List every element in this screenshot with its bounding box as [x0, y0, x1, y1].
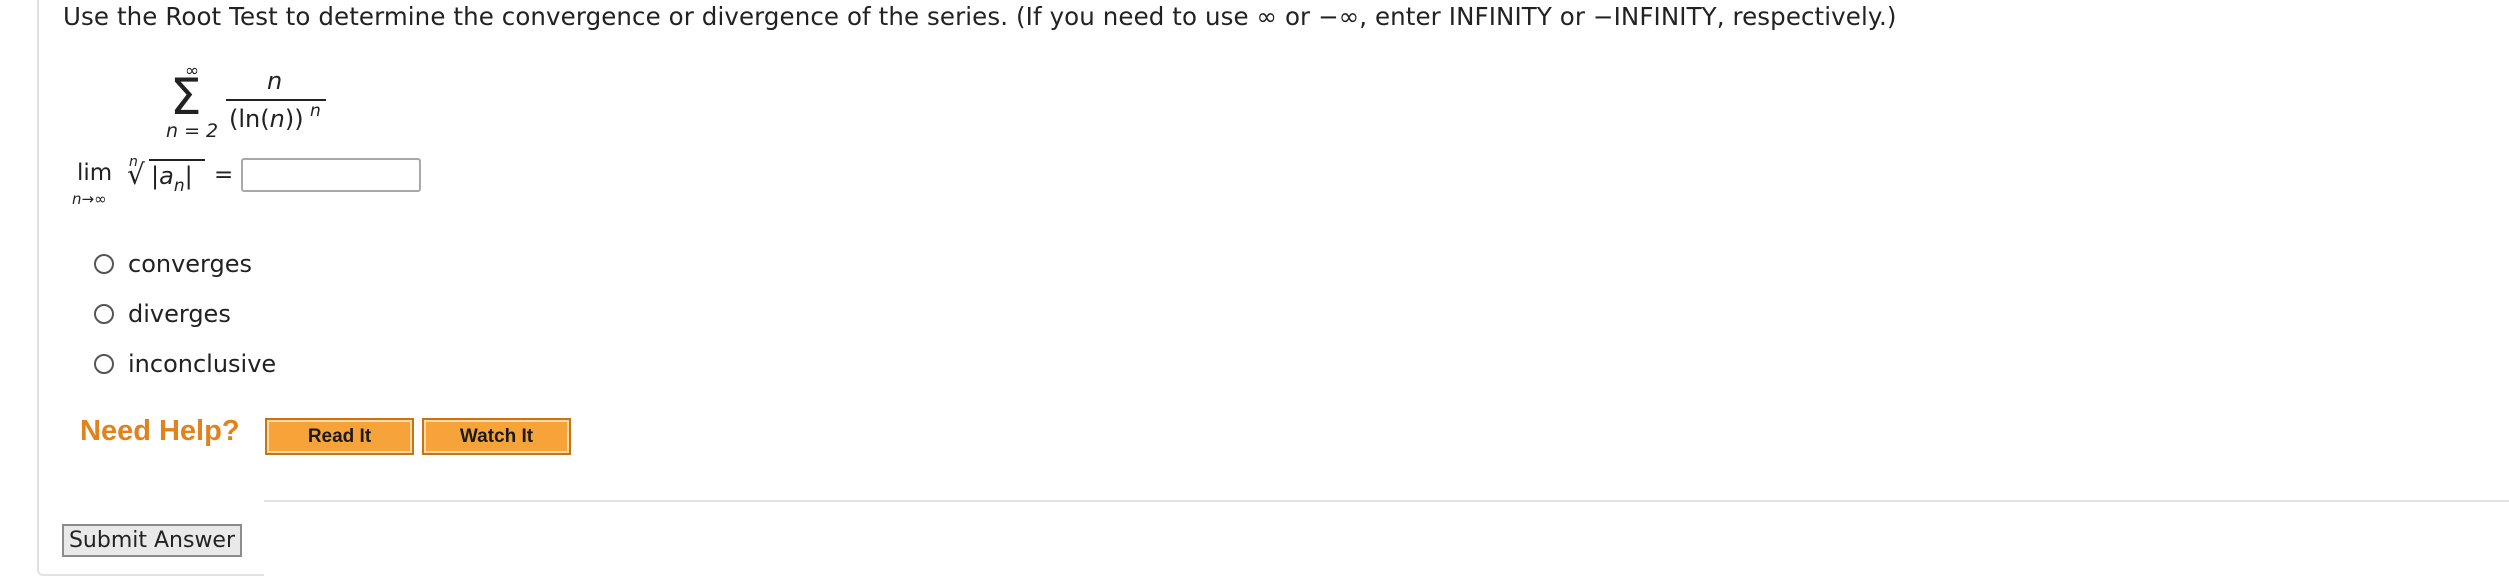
watch-it-button[interactable]: Watch It: [422, 418, 571, 455]
sum-lower-limit: n = 2: [166, 120, 219, 142]
limit-subscript: n→∞: [72, 190, 107, 208]
option-label: diverges: [128, 300, 231, 328]
sigma-symbol: Σ: [170, 68, 202, 126]
denominator-close: )): [284, 105, 304, 133]
abs-open: |: [151, 162, 160, 190]
question-box-divider: [264, 500, 2509, 583]
limit-answer-input[interactable]: [241, 158, 421, 192]
sequence-a: a: [159, 162, 174, 190]
read-it-button[interactable]: Read It: [265, 418, 414, 455]
fraction-numerator: n: [267, 67, 283, 95]
denominator-base: (ln(: [229, 105, 270, 133]
option-converges[interactable]: converges: [94, 247, 252, 281]
question-box: [37, 0, 2509, 576]
radio-button[interactable]: [94, 304, 114, 324]
option-label: converges: [128, 250, 253, 278]
radical-sign: √: [127, 158, 145, 191]
sequence-subscript: n: [173, 176, 185, 196]
equals-sign: =: [214, 162, 234, 188]
question-instruction: Use the Root Test to determine the conve…: [63, 2, 1897, 31]
option-diverges[interactable]: diverges: [94, 297, 231, 331]
denominator-exponent: n: [310, 101, 321, 121]
abs-close: |: [184, 162, 193, 190]
need-help-label: Need Help?: [80, 415, 240, 447]
fraction-denominator: (ln(n)): [229, 105, 304, 133]
radio-button[interactable]: [94, 254, 114, 274]
option-inconclusive[interactable]: inconclusive: [94, 347, 276, 381]
limit-lim: lim: [77, 160, 113, 186]
radio-button[interactable]: [94, 354, 114, 374]
option-label: inconclusive: [128, 350, 277, 378]
submit-answer-button[interactable]: Submit Answer: [62, 524, 242, 557]
radical-overline: [149, 159, 205, 161]
abs-value-expression: |an|: [151, 162, 193, 196]
denominator-variable: n: [269, 105, 285, 133]
